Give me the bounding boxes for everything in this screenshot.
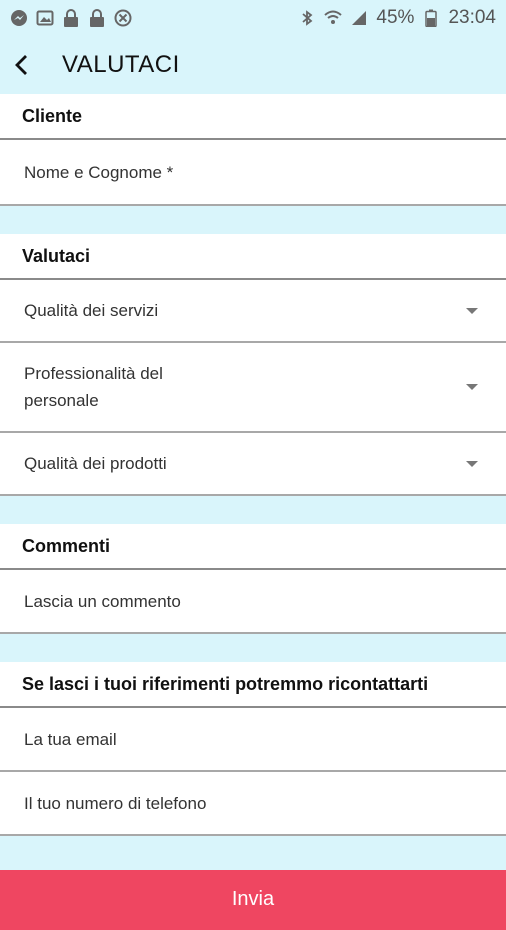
comment-field[interactable]: Lascia un commento — [0, 570, 506, 634]
email-field[interactable]: La tua email — [0, 708, 506, 772]
back-arrow-icon[interactable] — [8, 51, 36, 79]
app-bar: VALUTACI — [0, 36, 506, 94]
clock: 23:04 — [448, 7, 496, 28]
signal-icon — [350, 9, 368, 27]
phone-field[interactable]: Il tuo numero di telefono — [0, 772, 506, 836]
dropdown-arrow-icon — [466, 384, 478, 390]
notification-icons — [10, 9, 132, 27]
status-bar: 45% 23:04 — [0, 0, 506, 36]
select-label: Professionalità del personale — [24, 364, 163, 410]
battery-icon — [422, 9, 440, 27]
commenti-header: Commenti — [0, 524, 506, 570]
valutaci-section: Valutaci Qualità dei servizi Professiona… — [0, 234, 506, 496]
submit-button[interactable]: Invia — [0, 870, 506, 930]
section-gap — [0, 206, 506, 234]
select-qualita-prodotti[interactable]: Qualità dei prodotti — [0, 433, 506, 496]
commenti-section: Commenti Lascia un commento — [0, 524, 506, 634]
email-field-placeholder: La tua email — [24, 729, 117, 749]
phone-field-placeholder: Il tuo numero di telefono — [24, 793, 207, 813]
section-gap — [0, 634, 506, 662]
valutaci-header: Valutaci — [0, 234, 506, 280]
name-field[interactable]: Nome e Cognome * — [0, 140, 506, 206]
bluetooth-icon — [298, 9, 316, 27]
select-label: Qualità dei servizi — [24, 301, 159, 320]
select-professionalita-personale[interactable]: Professionalità del personale — [0, 343, 506, 433]
system-icons: 45% 23:04 — [298, 7, 496, 29]
lock-icon — [88, 9, 106, 27]
contatti-header: Se lasci i tuoi riferimenti potremmo ric… — [0, 662, 506, 708]
cliente-section: Cliente Nome e Cognome * — [0, 94, 506, 206]
section-gap — [0, 496, 506, 524]
comment-field-placeholder: Lascia un commento — [24, 591, 181, 611]
dropdown-arrow-icon — [466, 307, 478, 314]
dropdown-arrow-icon — [466, 460, 478, 467]
select-qualita-servizi[interactable]: Qualità dei servizi — [0, 280, 506, 343]
contatti-section: Se lasci i tuoi riferimenti potremmo ric… — [0, 662, 506, 836]
lock-icon — [62, 9, 80, 27]
messenger-icon — [10, 9, 28, 27]
page-title: VALUTACI — [62, 51, 180, 78]
image-icon — [36, 9, 54, 27]
wifi-icon — [324, 9, 343, 27]
select-label: Qualità dei prodotti — [24, 454, 167, 473]
name-field-placeholder: Nome e Cognome * — [24, 162, 174, 182]
battery-percent: 45% — [376, 7, 415, 28]
cliente-header: Cliente — [0, 94, 506, 140]
submit-button-label: Invia — [231, 888, 275, 910]
blocked-icon — [114, 9, 132, 27]
